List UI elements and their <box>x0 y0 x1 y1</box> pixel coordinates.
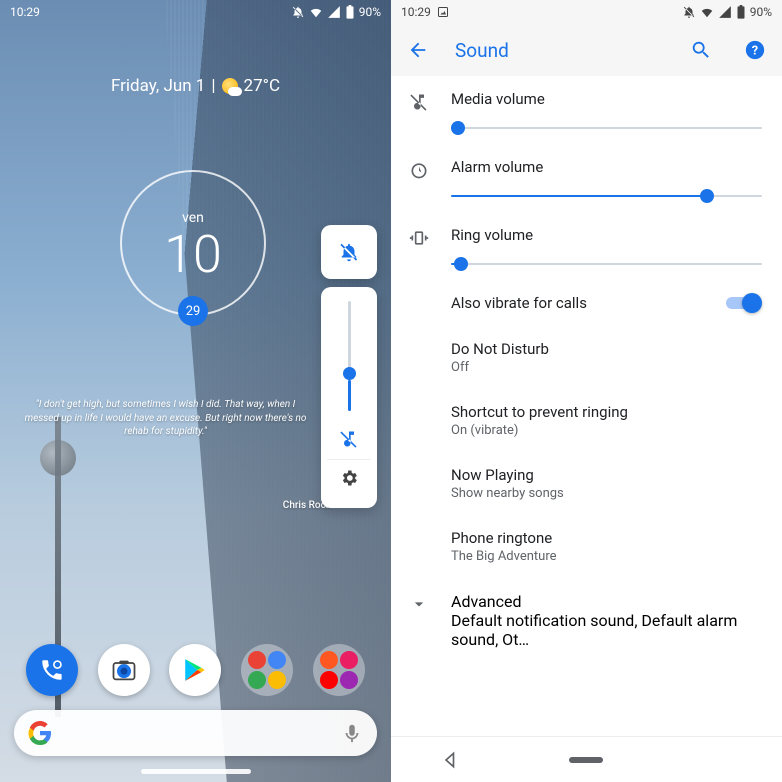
phone-ringtone-row[interactable]: Phone ringtoneThe Big Adventure <box>391 515 782 578</box>
bell-off-icon <box>291 5 305 19</box>
alarm-volume-row: Alarm volume <box>391 144 782 212</box>
wifi-icon <box>309 5 323 19</box>
nav-back-button[interactable] <box>441 750 461 770</box>
status-bar: 10:29 90% <box>0 0 391 24</box>
volume-slider-panel <box>321 287 377 508</box>
search-button[interactable] <box>684 33 718 67</box>
media-volume-label: Media volume <box>451 90 762 108</box>
google-g-icon <box>28 721 52 745</box>
play-store-icon[interactable] <box>169 644 221 696</box>
clock-day-number: 10 <box>120 224 266 285</box>
weather-icon <box>222 78 238 94</box>
phone-app-icon[interactable] <box>26 644 78 696</box>
battery-percent: 90% <box>359 5 381 19</box>
vibrate-icon <box>409 228 429 248</box>
date-text: Friday, Jun 1 <box>111 76 205 96</box>
app-folder-2[interactable] <box>313 644 365 696</box>
battery-icon <box>345 5 355 19</box>
dock <box>0 644 391 696</box>
now-playing-row[interactable]: Now PlayingShow nearby songs <box>391 452 782 515</box>
mic-icon[interactable] <box>341 722 363 744</box>
ring-volume-label: Ring volume <box>451 226 762 244</box>
status-time: 10:29 <box>10 5 40 19</box>
home-gesture-pill[interactable] <box>141 769 251 774</box>
signal-icon <box>718 5 732 19</box>
volume-panel <box>321 225 377 508</box>
vibrate-for-calls-row[interactable]: Also vibrate for calls <box>391 280 782 326</box>
app-bar: Sound ? <box>391 24 782 76</box>
ring-volume-row: Ring volume <box>391 212 782 280</box>
status-bar: 10:29 90% <box>391 0 782 24</box>
clock-widget[interactable]: ven 10 29 <box>120 170 266 316</box>
wifi-icon <box>700 5 714 19</box>
dnd-row[interactable]: Do Not DisturbOff <box>391 326 782 389</box>
app-folder-1[interactable] <box>241 644 293 696</box>
chevron-down-icon <box>409 594 429 614</box>
svg-text:?: ? <box>752 44 758 59</box>
alarm-volume-slider[interactable] <box>451 186 762 206</box>
help-button[interactable]: ? <box>738 33 772 67</box>
alarm-volume-label: Alarm volume <box>451 158 762 176</box>
navigation-bar <box>391 736 782 782</box>
camera-app-icon[interactable] <box>98 644 150 696</box>
settings-list: Media volume Alarm volume Ring volume Al… <box>391 76 782 736</box>
temp-text: 27°C <box>244 76 281 96</box>
signal-icon <box>327 5 341 19</box>
image-icon <box>437 6 449 18</box>
media-mute-icon[interactable] <box>339 421 359 457</box>
advanced-row[interactable]: AdvancedDefault notification sound, Defa… <box>391 578 782 663</box>
ringer-mute-button[interactable] <box>321 225 377 279</box>
media-mute-icon <box>409 92 429 112</box>
page-title: Sound <box>455 39 664 62</box>
volume-slider[interactable] <box>348 301 351 411</box>
ring-volume-slider[interactable] <box>451 254 762 274</box>
google-search-bar[interactable] <box>14 710 377 756</box>
back-button[interactable] <box>401 33 435 67</box>
media-volume-row: Media volume <box>391 76 782 144</box>
battery-percent: 90% <box>750 5 772 19</box>
nav-home-pill[interactable] <box>561 750 611 770</box>
date-weather[interactable]: Friday, Jun 1 | 27°C <box>0 76 391 96</box>
shortcut-ringing-row[interactable]: Shortcut to prevent ringingOn (vibrate) <box>391 389 782 452</box>
clock-badge[interactable]: 29 <box>178 296 208 326</box>
volume-settings-button[interactable] <box>339 462 359 494</box>
alarm-icon <box>409 160 429 180</box>
quote-text: "I don't get high, but sometimes I wish … <box>20 398 311 439</box>
battery-icon <box>736 5 746 19</box>
wallpaper-tower <box>40 440 76 476</box>
home-screen: 10:29 90% Friday, Jun 1 | 27°C ven 10 29 <box>0 0 391 782</box>
bell-off-icon <box>682 5 696 19</box>
media-volume-slider[interactable] <box>451 118 762 138</box>
status-time: 10:29 <box>401 5 431 19</box>
vibrate-toggle[interactable] <box>726 293 762 313</box>
sound-settings: 10:29 90% Sound ? Media volume Alarm <box>391 0 782 782</box>
